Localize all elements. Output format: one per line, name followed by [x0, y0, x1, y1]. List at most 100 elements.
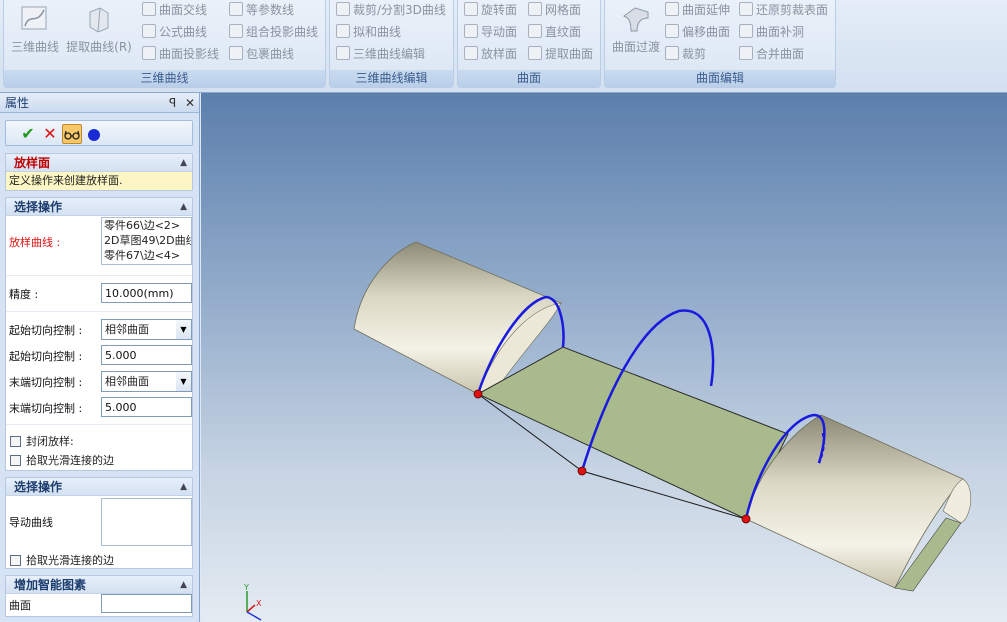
- ruled-surface-icon: [528, 24, 542, 38]
- isoparametric-line-button[interactable]: 等参数线: [229, 0, 294, 20]
- fit-curve-button[interactable]: 拟和曲线: [336, 22, 401, 42]
- list-item[interactable]: 零件67\边<4>: [104, 248, 191, 263]
- surface-extend-button[interactable]: 曲面延伸: [665, 0, 730, 20]
- 3d-curve-button[interactable]: 三维曲线: [6, 2, 64, 62]
- cancel-x-icon[interactable]: ✕: [40, 124, 60, 144]
- combined-projection-curve-button[interactable]: 组合投影曲线: [229, 22, 318, 42]
- revolve-surface-icon: [464, 2, 478, 16]
- close-icon[interactable]: ✕: [185, 93, 195, 113]
- panel-title: 属性: [5, 96, 30, 110]
- trim-split-3d-curve-button[interactable]: 裁剪/分割3D曲线: [336, 0, 446, 20]
- guide-curve-label: 导动曲线: [9, 516, 53, 529]
- precision-input[interactable]: [101, 283, 192, 303]
- guide-curve-section-header[interactable]: 选择操作 ▲: [6, 478, 192, 496]
- surface-projection-icon: [142, 46, 156, 60]
- collapse-chevron-icon: ▲: [180, 580, 187, 590]
- loft-surface-title: 放样面: [14, 156, 51, 170]
- loft-surface[interactable]: [476, 346, 789, 520]
- start-tangent-input[interactable]: [101, 345, 192, 365]
- restore-trimmed-surface-button[interactable]: 还原剪裁表面: [739, 0, 828, 20]
- pin-icon[interactable]: ꟼ: [169, 93, 176, 113]
- checkbox-box[interactable]: [10, 455, 21, 466]
- list-item[interactable]: 零件66\边<2>: [104, 218, 191, 233]
- divider: [6, 275, 192, 276]
- ribbon-toolbar: 三维曲线 提取曲线(R) 曲面交线 等参数线 公式曲线 组合投影曲线 曲面投影线…: [0, 0, 1007, 93]
- end-tangent-input[interactable]: [101, 397, 192, 417]
- surface-extend-icon: [665, 2, 679, 16]
- restore-trim-icon: [739, 2, 753, 16]
- divider: [6, 424, 192, 425]
- extract-curve-icon: [89, 7, 109, 33]
- sweep-surface-button[interactable]: 导动面: [464, 22, 517, 42]
- checkbox-box[interactable]: [10, 436, 21, 447]
- group-label-surface: 曲面: [458, 70, 600, 87]
- properties-panel: 属性 ꟼ ✕ ✔ ✕ 放样面 ▲ 定义操作来创建放样面. 选择操作 ▲ 放样曲线…: [0, 93, 200, 622]
- offset-surface-button[interactable]: 偏移曲面: [665, 22, 730, 42]
- group-label-3d-curve-edit: 三维曲线编辑: [330, 70, 453, 87]
- chevron-down-icon: ▼: [176, 320, 191, 339]
- trim-icon: [665, 46, 679, 60]
- help-circle-icon[interactable]: [84, 124, 104, 144]
- formula-curve-icon: [142, 24, 156, 38]
- end-tangent-label: 末端切向控制 :: [9, 402, 83, 415]
- surface-input[interactable]: [101, 594, 192, 613]
- guide-curve-list[interactable]: [101, 498, 192, 546]
- smooth-edges-checkbox[interactable]: 拾取光滑连接的边: [10, 452, 114, 468]
- chevron-down-icon: ▼: [176, 372, 191, 391]
- closed-loft-checkbox[interactable]: 封闭放样:: [10, 433, 74, 449]
- ribbon-group-3d-curve-edit: 裁剪/分割3D曲线 拟和曲线 三维曲线编辑 三维曲线编辑: [329, 0, 454, 88]
- extract-surface-button[interactable]: 提取曲面: [528, 44, 593, 64]
- ruled-surface-button[interactable]: 直纹面: [528, 22, 581, 42]
- ribbon-group-surface: 旋转面 网格面 导动面 直纹面 放样面 提取曲面 曲面: [457, 0, 601, 88]
- 3d-curve-edit-button[interactable]: 三维曲线编辑: [336, 44, 425, 64]
- divider: [6, 311, 192, 312]
- extract-curve-label: 提取曲线(R): [66, 40, 132, 54]
- select-operation-header[interactable]: 选择操作 ▲: [6, 198, 192, 216]
- collapse-chevron-icon: ▲: [180, 158, 187, 168]
- surface-intersection-icon: [142, 2, 156, 16]
- precision-label: 精度 :: [9, 288, 39, 301]
- checkbox-box[interactable]: [10, 555, 21, 566]
- mesh-surface-button[interactable]: 网格面: [528, 0, 581, 20]
- surface-label: 曲面: [9, 599, 31, 612]
- wrap-curve-icon: [229, 46, 243, 60]
- end-tangent-control-select[interactable]: 相邻曲面 ▼: [101, 371, 192, 392]
- fit-curve-icon: [336, 24, 350, 38]
- curve-edit-icon: [336, 46, 350, 60]
- patch-hole-icon: [739, 24, 753, 38]
- group-label-3d-curves: 三维曲线: [4, 70, 325, 87]
- collapse-chevron-icon: ▲: [180, 202, 187, 212]
- formula-curve-button[interactable]: 公式曲线: [142, 22, 207, 42]
- extract-curve-button[interactable]: 提取曲线(R): [66, 2, 132, 62]
- trim-button[interactable]: 裁剪: [665, 44, 706, 64]
- surface-blend-button[interactable]: 曲面过渡: [607, 2, 665, 62]
- merge-surface-button[interactable]: 合并曲面: [739, 44, 804, 64]
- blue-dot-icon: [88, 128, 100, 141]
- offset-surface-icon: [665, 24, 679, 38]
- smooth-edges-checkbox-2[interactable]: 拾取光滑连接的边: [10, 552, 114, 568]
- surface-blend-label: 曲面过渡: [611, 40, 660, 54]
- scissors-icon: [336, 2, 350, 16]
- start-tangent-control-select[interactable]: 相邻曲面 ▼: [101, 319, 192, 340]
- surface-intersection-button[interactable]: 曲面交线: [142, 0, 207, 20]
- glasses-icon: [64, 130, 80, 140]
- smart-element-section-header[interactable]: 增加智能图素 ▲: [6, 576, 192, 594]
- loft-surface-button[interactable]: 放样面: [464, 44, 517, 64]
- surface-projection-line-button[interactable]: 曲面投影线: [142, 44, 219, 64]
- 3d-viewport[interactable]: Y X: [201, 93, 1007, 622]
- confirm-check-icon[interactable]: ✔: [18, 124, 38, 144]
- 3d-scene[interactable]: Y X: [201, 93, 1007, 622]
- revolve-surface-button[interactable]: 旋转面: [464, 0, 517, 20]
- extract-surface-icon: [528, 46, 542, 60]
- wrap-curve-button[interactable]: 包裹曲线: [229, 44, 294, 64]
- axis-triad-icon: Y X: [243, 583, 262, 621]
- list-item[interactable]: 2D草图49\2D曲线: [104, 233, 191, 248]
- loft-curve-list[interactable]: 零件66\边<2> 2D草图49\2D曲线 零件67\边<4>: [101, 217, 192, 265]
- x-axis-label: X: [256, 599, 262, 608]
- patch-hole-button[interactable]: 曲面补洞: [739, 22, 804, 42]
- combined-projection-icon: [229, 24, 243, 38]
- loft-surface-section-header[interactable]: 放样面 ▲: [6, 154, 192, 172]
- preview-glasses-icon[interactable]: [62, 124, 82, 144]
- guide-curve-section: 选择操作 ▲ 导动曲线 拾取光滑连接的边: [5, 477, 193, 569]
- panel-action-toolbar: ✔ ✕: [5, 120, 193, 146]
